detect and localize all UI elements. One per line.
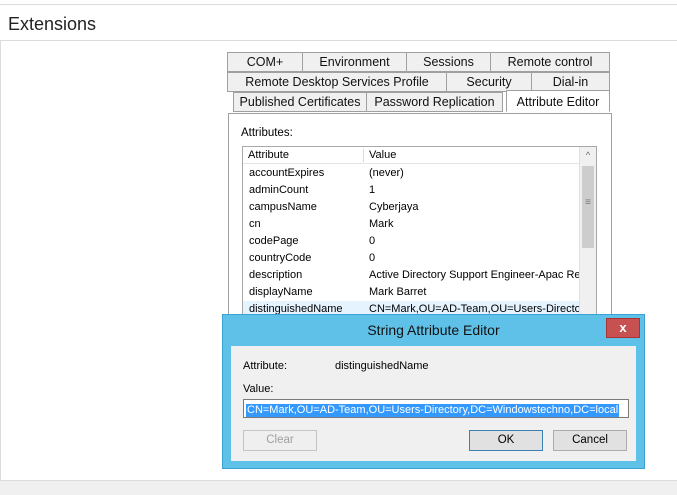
attribute-value: 0: [369, 252, 376, 264]
attribute-name: countryCode: [249, 252, 312, 264]
attribute-value: (never): [369, 167, 404, 179]
attribute-name: campusName: [249, 201, 317, 213]
tab-password-replication[interactable]: Password Replication: [366, 92, 503, 112]
extensions-divider: [0, 40, 677, 41]
attribute-value: Cyberjaya: [369, 201, 419, 213]
list-header: Attribute Value: [243, 147, 579, 164]
vertical-scrollbar[interactable]: ^ ≡: [579, 147, 596, 317]
list-item[interactable]: campusName Cyberjaya: [243, 199, 579, 216]
column-header-attribute[interactable]: Attribute: [243, 147, 289, 164]
tab-security[interactable]: Security: [446, 72, 532, 92]
list-item[interactable]: cn Mark: [243, 216, 579, 233]
bottom-band: [0, 480, 677, 495]
attribute-value: Active Directory Support Engineer-Apac R…: [369, 269, 579, 281]
attribute-name: accountExpires: [249, 167, 325, 179]
list-item[interactable]: countryCode 0: [243, 250, 579, 267]
ok-button[interactable]: OK: [469, 430, 543, 451]
dialog-title: String Attribute Editor: [367, 322, 500, 338]
list-item[interactable]: adminCount 1: [243, 182, 579, 199]
list-item[interactable]: accountExpires (never): [243, 165, 579, 182]
attribute-value: Mark: [369, 218, 394, 230]
list-item[interactable]: description Active Directory Support Eng…: [243, 267, 579, 284]
tab-environment[interactable]: Environment: [302, 52, 407, 72]
tab-dial-in[interactable]: Dial-in: [531, 72, 610, 92]
attribute-name: codePage: [249, 235, 299, 247]
close-button[interactable]: x: [606, 318, 640, 338]
value-label: Value:: [243, 383, 274, 395]
attribute-label: Attribute:: [243, 360, 288, 372]
attribute-name: description: [249, 269, 303, 281]
tab-attribute-editor[interactable]: Attribute Editor: [506, 90, 610, 112]
scroll-thumb[interactable]: ≡: [582, 166, 594, 248]
attribute-value: 0: [369, 235, 376, 247]
attribute-name: adminCount: [249, 184, 309, 196]
attribute-value: 1: [369, 184, 376, 196]
string-attribute-editor-dialog: String Attribute Editor x Attribute: dis…: [222, 314, 645, 469]
attributes-label: Attributes:: [241, 127, 293, 139]
clear-button[interactable]: Clear: [243, 430, 317, 451]
grip-icon: ≡: [585, 197, 591, 208]
tab-published-certificates[interactable]: Published Certificates: [233, 92, 367, 112]
value-input[interactable]: CN=Mark,OU=AD-Team,OU=Users-Directory,DC…: [243, 399, 629, 418]
list-item[interactable]: displayName Mark Barret: [243, 284, 579, 301]
attribute-name: cn: [249, 218, 261, 230]
tab-remote-desktop-services-profile[interactable]: Remote Desktop Services Profile: [227, 72, 447, 92]
attribute-name: displayName: [249, 286, 313, 298]
value-input-text: CN=Mark,OU=AD-Team,OU=Users-Directory,DC…: [246, 404, 620, 417]
tab-remote-control[interactable]: Remote control: [490, 52, 610, 72]
attribute-value: Mark Barret: [369, 286, 427, 298]
tab-sessions[interactable]: Sessions: [406, 52, 491, 72]
scroll-up-arrow-icon[interactable]: ^: [580, 147, 596, 164]
top-divider: [0, 4, 677, 5]
extensions-title: Extensions: [8, 14, 97, 34]
dialog-body: Attribute: distinguishedName Value: CN=M…: [231, 346, 636, 461]
cancel-button[interactable]: Cancel: [553, 430, 627, 451]
list-rows: accountExpires (never) adminCount 1 camp…: [243, 165, 579, 317]
close-icon: x: [619, 320, 627, 335]
attribute-name-value: distinguishedName: [335, 360, 429, 372]
attributes-list[interactable]: Attribute Value accountExpires (never) a…: [242, 146, 597, 318]
list-item[interactable]: codePage 0: [243, 233, 579, 250]
left-border: [0, 40, 1, 480]
tab-com-plus[interactable]: COM+: [227, 52, 303, 72]
column-header-value[interactable]: Value: [364, 147, 396, 164]
